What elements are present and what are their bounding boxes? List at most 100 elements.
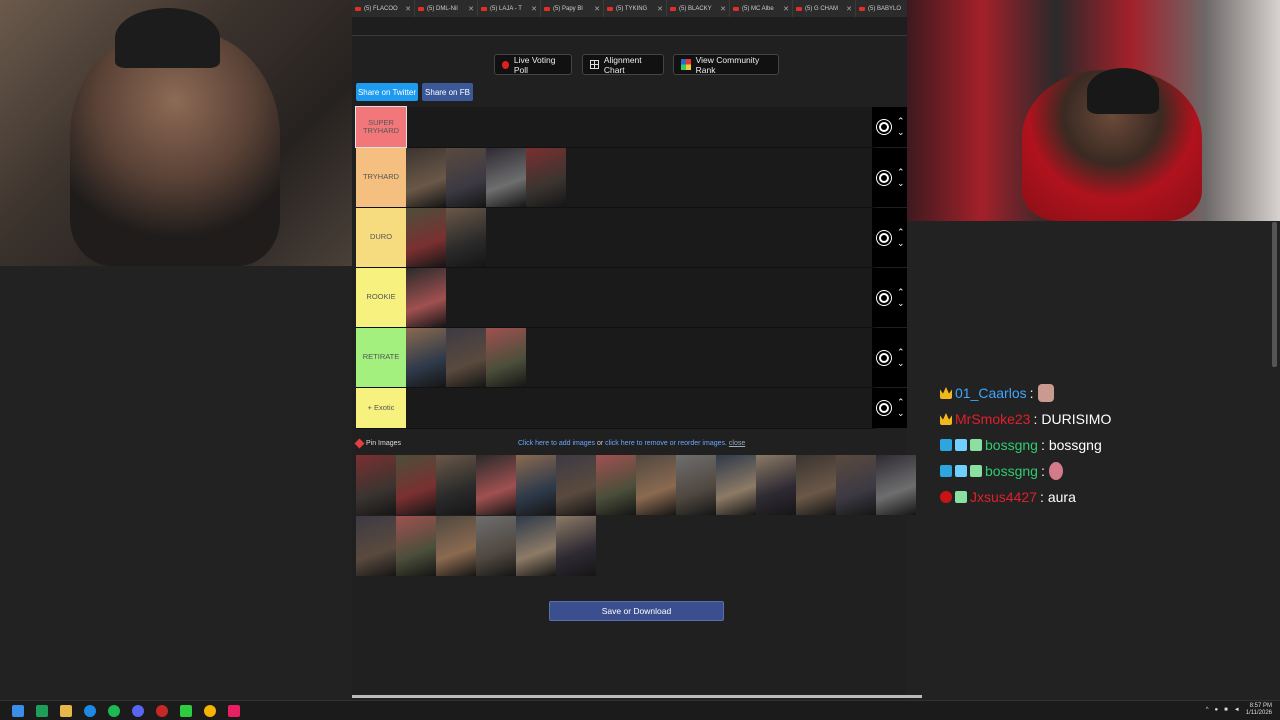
share-fb-button[interactable]: Share on FB [422, 83, 473, 101]
close-tab-icon[interactable]: ✕ [720, 5, 726, 13]
chevron-up-icon[interactable]: ⌃ [897, 227, 905, 238]
close-tab-icon[interactable]: ✕ [405, 5, 411, 13]
image-thumbnail[interactable] [516, 516, 556, 576]
browser-tab[interactable]: (5) Papy Bl ✕ [541, 0, 604, 17]
image-thumbnail[interactable] [406, 328, 446, 387]
spotify-icon[interactable] [108, 704, 120, 717]
image-thumbnail[interactable] [446, 328, 486, 387]
tiktok-icon[interactable] [228, 704, 240, 717]
chevron-up-icon[interactable]: ⌃ [897, 397, 905, 408]
community-rank-button[interactable]: View Community Rank [673, 54, 779, 75]
mic-icon[interactable]: ● [1215, 707, 1219, 713]
chat-username[interactable]: Jxsus4427 [970, 489, 1037, 505]
share-twitter-button[interactable]: Share on Twitter [356, 83, 418, 101]
image-thumbnail[interactable] [406, 148, 446, 207]
gear-icon[interactable] [877, 170, 891, 185]
gear-icon[interactable] [877, 230, 891, 245]
browser-icon[interactable] [156, 704, 168, 717]
chevron-up-icon[interactable]: ⌃ [897, 116, 905, 127]
close-tab-icon[interactable]: ✕ [468, 5, 474, 13]
chevron-up-icon[interactable]: ⌃ [897, 287, 905, 298]
tier-label[interactable]: RETIRATE [356, 328, 406, 387]
image-thumbnail[interactable] [446, 148, 486, 207]
close-tab-icon[interactable]: ✕ [594, 5, 600, 13]
image-thumbnail[interactable] [596, 455, 636, 515]
tray-arrow-icon[interactable]: ^ [1206, 707, 1209, 713]
chat-username[interactable]: bossgng [985, 463, 1038, 479]
image-thumbnail[interactable] [476, 455, 516, 515]
close-tab-icon[interactable]: ✕ [531, 5, 537, 13]
chevron-down-icon[interactable]: ⌄ [897, 178, 905, 189]
gear-icon[interactable] [877, 290, 891, 305]
close-tab-icon[interactable]: ✕ [846, 5, 852, 13]
remove-images-link[interactable]: click here to remove or reorder images. [605, 440, 727, 447]
image-thumbnail[interactable] [526, 148, 566, 207]
close-link[interactable]: close [729, 440, 745, 447]
chat-username[interactable]: MrSmoke23 [955, 411, 1030, 427]
alignment-chart-button[interactable]: Alignment Chart [582, 54, 664, 75]
terminal-icon[interactable] [36, 704, 48, 717]
image-thumbnail[interactable] [356, 516, 396, 576]
chat-username[interactable]: 01_Caarlos [955, 385, 1027, 401]
image-thumbnail[interactable] [516, 455, 556, 515]
chevron-up-icon[interactable]: ⌃ [897, 167, 905, 178]
image-thumbnail[interactable] [836, 455, 876, 515]
tier-label[interactable]: ROOKIE [356, 268, 406, 327]
image-thumbnail[interactable] [436, 516, 476, 576]
app-icon[interactable] [180, 704, 192, 717]
chat-username[interactable]: bossgng [985, 437, 1038, 453]
browser-tab[interactable]: (5) LAJA - T ✕ [478, 0, 541, 17]
tier-label[interactable]: TRYHARD [356, 148, 406, 207]
browser-tab[interactable]: (5) MC Albe ✕ [730, 0, 793, 17]
clock[interactable]: 8:57 PM 1/11/2026 [1246, 703, 1272, 717]
close-tab-icon[interactable]: ✕ [657, 5, 663, 13]
image-thumbnail[interactable] [476, 516, 516, 576]
folder-icon[interactable] [60, 704, 72, 717]
image-thumbnail[interactable] [556, 516, 596, 576]
image-thumbnail[interactable] [486, 148, 526, 207]
address-bar[interactable] [352, 17, 907, 36]
image-thumbnail[interactable] [716, 455, 756, 515]
image-thumbnail[interactable] [876, 455, 916, 515]
vertical-scrollbar[interactable] [1272, 222, 1277, 367]
network-icon[interactable]: ■ [1224, 707, 1228, 713]
chevron-down-icon[interactable]: ⌄ [897, 127, 905, 138]
image-thumbnail[interactable] [796, 455, 836, 515]
chevron-down-icon[interactable]: ⌄ [897, 298, 905, 309]
pin-images-toggle[interactable]: Pin Images [354, 438, 401, 449]
close-tab-icon[interactable]: ✕ [783, 5, 789, 13]
chevron-down-icon[interactable]: ⌄ [897, 358, 905, 369]
image-thumbnail[interactable] [446, 208, 486, 267]
windows-start-icon[interactable] [12, 704, 24, 717]
browser-tab[interactable]: (5) G CHAM ✕ [793, 0, 856, 17]
browser-tab[interactable]: (5) TYKING ✕ [604, 0, 667, 17]
image-thumbnail[interactable] [636, 455, 676, 515]
chevron-up-icon[interactable]: ⌃ [897, 347, 905, 358]
tier-label[interactable]: + Exotic [356, 388, 406, 428]
image-thumbnail[interactable] [436, 455, 476, 515]
chevron-down-icon[interactable]: ⌄ [897, 408, 905, 419]
browser-tab[interactable]: (5) FLACOO ✕ [352, 0, 415, 17]
add-images-link[interactable]: Click here to add images [518, 440, 595, 447]
chrome-icon[interactable] [204, 704, 216, 717]
image-thumbnail[interactable] [396, 516, 436, 576]
save-download-button[interactable]: Save or Download [549, 601, 724, 621]
tier-label[interactable]: SUPER TRYHARD [355, 106, 407, 148]
browser-tab[interactable]: (5) DML-Nil ✕ [415, 0, 478, 17]
gear-icon[interactable] [877, 401, 891, 415]
edge-icon[interactable] [84, 704, 96, 717]
image-thumbnail[interactable] [556, 455, 596, 515]
volume-icon[interactable]: ◄ [1234, 707, 1240, 713]
gear-icon[interactable] [877, 350, 891, 365]
horizontal-scrollbar[interactable] [352, 695, 922, 698]
tier-label[interactable]: DURO [356, 208, 406, 267]
image-thumbnail[interactable] [756, 455, 796, 515]
image-thumbnail[interactable] [676, 455, 716, 515]
image-thumbnail[interactable] [406, 208, 446, 267]
live-voting-poll-button[interactable]: Live Voting Poll [494, 54, 572, 75]
chevron-down-icon[interactable]: ⌄ [897, 238, 905, 249]
image-thumbnail[interactable] [396, 455, 436, 515]
discord-icon[interactable] [132, 704, 144, 717]
image-thumbnail[interactable] [486, 328, 526, 387]
image-thumbnail[interactable] [356, 455, 396, 515]
